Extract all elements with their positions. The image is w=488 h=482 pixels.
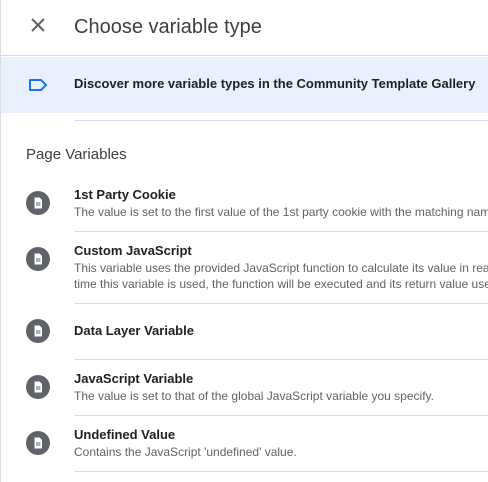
variable-type-name: 1st Party Cookie — [74, 187, 176, 202]
document-icon — [26, 191, 50, 215]
variable-type-description: Contains the JavaScript 'undefined' valu… — [74, 445, 297, 459]
variable-type-description-line2: time this variable is used, the function… — [74, 277, 488, 291]
variable-type-description: The value is set to the first value of t… — [74, 205, 488, 219]
community-gallery-banner[interactable]: Discover more variable types in the Comm… — [1, 57, 488, 113]
variable-type-undefined-value[interactable]: Undefined Value Contains the JavaScript … — [1, 416, 488, 472]
variable-type-1st-party-cookie[interactable]: 1st Party Cookie The value is set to the… — [1, 176, 488, 232]
community-gallery-link[interactable]: Discover more variable types in the Comm… — [74, 76, 475, 92]
page-title: Choose variable type — [74, 16, 262, 38]
close-button[interactable] — [27, 14, 49, 36]
document-icon — [26, 431, 50, 455]
tag-outline-icon — [29, 79, 47, 91]
item-divider — [74, 471, 488, 472]
variable-type-description: This variable uses the provided JavaScri… — [74, 261, 488, 275]
variable-type-description: The value is set to that of the global J… — [74, 389, 434, 403]
section-title: Page Variables — [26, 146, 127, 163]
close-icon[interactable] — [27, 14, 49, 36]
document-icon — [26, 375, 50, 399]
variable-type-custom-javascript[interactable]: Custom JavaScript This variable uses the… — [1, 232, 488, 304]
document-icon — [26, 247, 50, 271]
panel-header: Choose variable type — [1, 0, 488, 56]
variable-type-panel: Choose variable type Discover more varia… — [0, 0, 488, 482]
variable-type-name: JavaScript Variable — [74, 371, 194, 386]
variable-type-name: Undefined Value — [74, 427, 176, 442]
document-icon — [26, 319, 50, 343]
variable-type-name: Data Layer Variable — [74, 323, 194, 338]
variable-type-data-layer-variable[interactable]: Data Layer Variable — [1, 304, 488, 360]
divider — [74, 120, 488, 121]
variable-type-name: Custom JavaScript — [74, 243, 192, 258]
variable-type-javascript-variable[interactable]: JavaScript Variable The value is set to … — [1, 360, 488, 416]
